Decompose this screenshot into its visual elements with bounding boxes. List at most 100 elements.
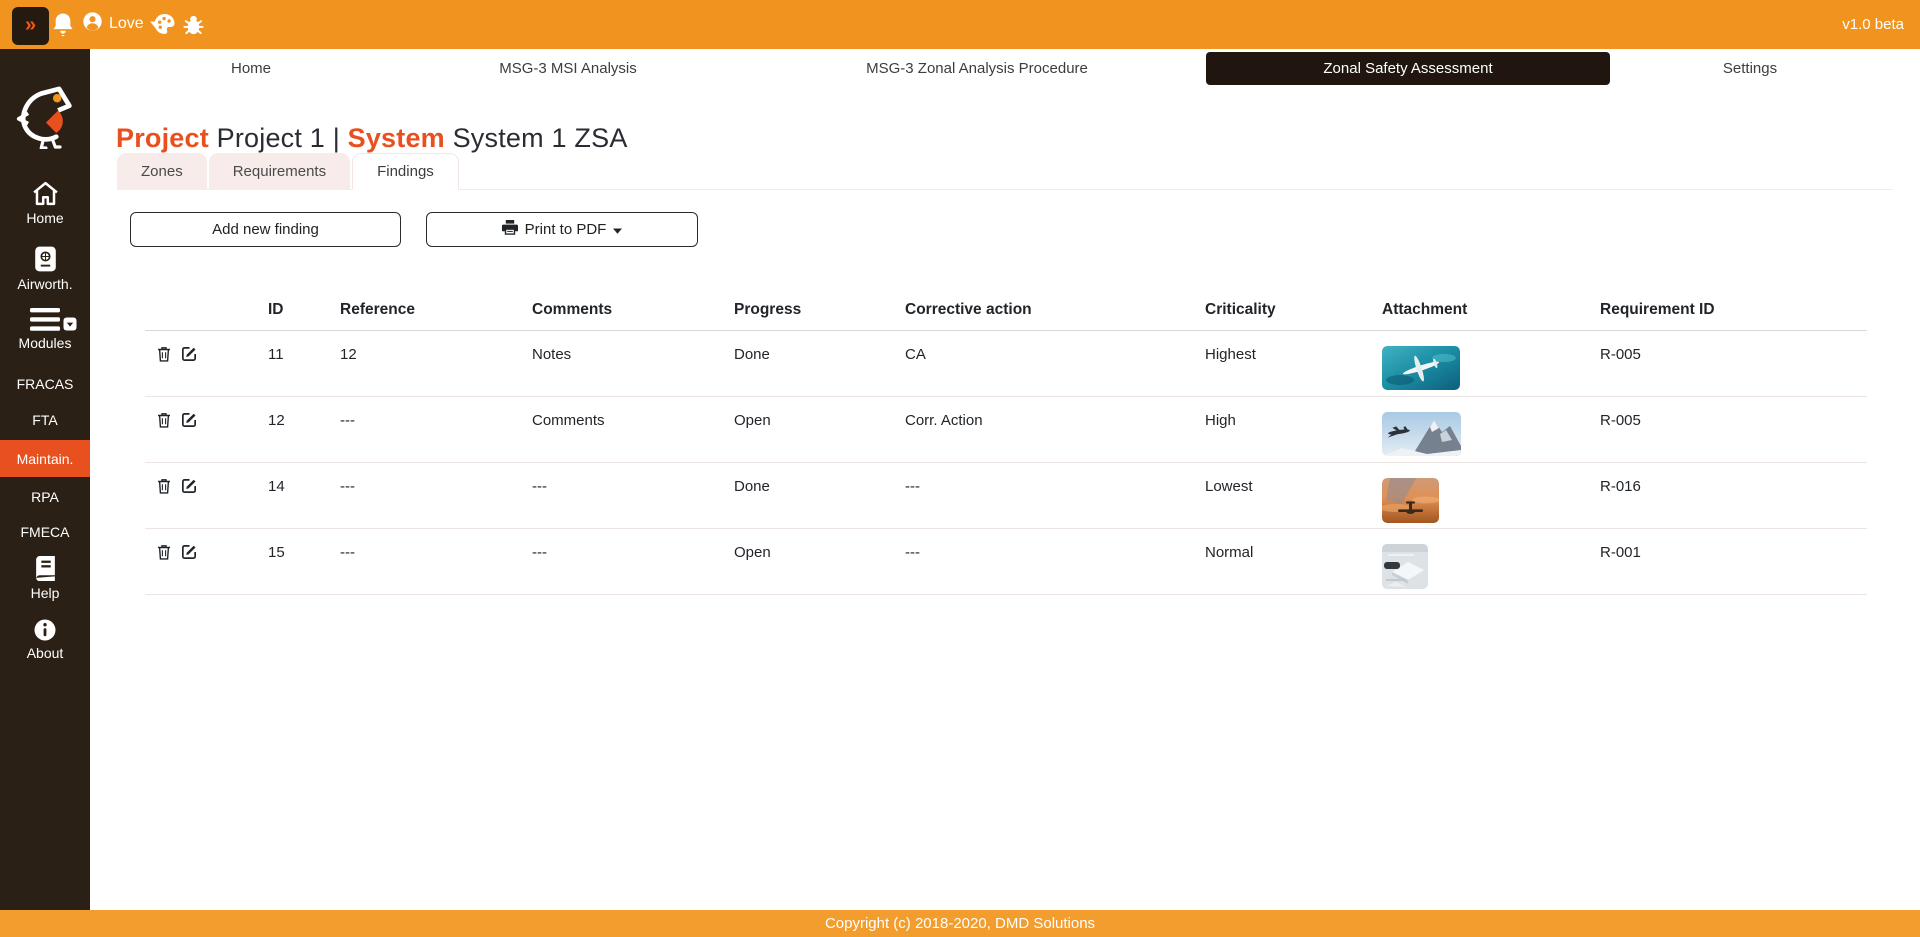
robin-bird-logo[interactable]: [15, 85, 75, 149]
table-row: 15 --- --- Open --- Normal R-001: [145, 529, 1867, 595]
delete-finding-button[interactable]: [157, 412, 171, 428]
system-label: System: [348, 123, 445, 153]
sidebar-item-label: RPA: [31, 489, 59, 505]
cell-comments: ---: [532, 463, 734, 529]
print-to-pdf-button[interactable]: Print to PDF: [426, 212, 698, 247]
column-header-corrective-action: Corrective action: [905, 292, 1205, 331]
column-header-requirement-id: Requirement ID: [1600, 292, 1867, 331]
add-new-finding-button[interactable]: Add new finding: [130, 212, 401, 247]
printer-icon: [502, 220, 518, 239]
column-header-actions: [145, 292, 268, 331]
sidebar-item-modules[interactable]: Modules: [0, 308, 90, 351]
user-menu[interactable]: Love: [82, 12, 160, 36]
table-row: 12 --- Comments Open Corr. Action High R…: [145, 397, 1867, 463]
sidebar-item-label: FTA: [32, 412, 57, 428]
nav-item-msg3-zonal-analysis-procedure[interactable]: MSG-3 Zonal Analysis Procedure: [846, 49, 1108, 88]
palette-icon[interactable]: [152, 12, 177, 36]
sidebar-item-rpa[interactable]: RPA: [0, 489, 90, 505]
project-label: Project: [116, 123, 209, 153]
table-header-row: ID Reference Comments Progress Correctiv…: [145, 292, 1867, 331]
nav-item-home[interactable]: Home: [211, 49, 291, 88]
bug-icon[interactable]: [182, 12, 205, 36]
column-header-attachment: Attachment: [1382, 292, 1600, 331]
cell-corrective-action: ---: [905, 529, 1205, 595]
tab-zones[interactable]: Zones: [117, 153, 207, 190]
cell-comments: ---: [532, 529, 734, 595]
tab-findings-active[interactable]: Findings: [352, 153, 459, 190]
attachment-thumbnail-plane-over-sea[interactable]: [1382, 346, 1460, 390]
page-title: Project Project 1 | System System 1 ZSA: [116, 123, 628, 154]
attachment-thumbnail-jet-mountain[interactable]: [1382, 412, 1461, 456]
user-name: Love: [109, 15, 144, 33]
table-row: 14 --- --- Done --- Lowest R-016: [145, 463, 1867, 529]
sidebar-item-home[interactable]: Home: [0, 181, 90, 226]
findings-table-container: ID Reference Comments Progress Correctiv…: [145, 292, 1867, 595]
bell-icon[interactable]: [51, 11, 75, 38]
attachment-thumbnail-plane-sunset[interactable]: [1382, 478, 1439, 523]
sidebar-item-about[interactable]: About: [0, 619, 90, 661]
sidebar-item-maintain-active[interactable]: Maintain.: [0, 440, 90, 477]
edit-finding-button[interactable]: [181, 544, 197, 560]
sidebar-item-label: Maintain.: [17, 451, 74, 467]
cell-id: 11: [268, 331, 340, 397]
edit-finding-button[interactable]: [181, 478, 197, 494]
cell-corrective-action: CA: [905, 331, 1205, 397]
cell-comments: Notes: [532, 331, 734, 397]
cell-id: 12: [268, 397, 340, 463]
attachment-thumbnail-aircraft-snow[interactable]: [1382, 544, 1428, 589]
cell-reference: ---: [340, 397, 532, 463]
findings-table: ID Reference Comments Progress Correctiv…: [145, 292, 1867, 595]
cell-corrective-action: ---: [905, 463, 1205, 529]
sidebar-item-label: FRACAS: [17, 376, 74, 392]
nav-item-settings[interactable]: Settings: [1703, 49, 1797, 88]
cell-corrective-action: Corr. Action: [905, 397, 1205, 463]
cell-requirement-id: R-001: [1600, 529, 1867, 595]
sidebar-item-airworthiness[interactable]: Airworth.: [0, 246, 90, 292]
info-circle-icon: [0, 619, 90, 641]
sidebar-item-fmeca[interactable]: FMECA: [0, 524, 90, 540]
cell-progress: Done: [734, 463, 905, 529]
copyright-text: Copyright (c) 2018-2020, DMD Solutions: [825, 915, 1095, 932]
column-header-progress: Progress: [734, 292, 905, 331]
cell-reference: ---: [340, 529, 532, 595]
sidebar-collapse-button[interactable]: »: [12, 7, 49, 45]
title-pipe: |: [333, 123, 340, 153]
tab-requirements[interactable]: Requirements: [209, 153, 350, 190]
cell-criticality: High: [1205, 397, 1382, 463]
cell-progress: Done: [734, 331, 905, 397]
sidebar-item-label: Home: [26, 210, 63, 226]
print-to-pdf-label: Print to PDF: [525, 221, 607, 238]
delete-finding-button[interactable]: [157, 544, 171, 560]
edit-finding-button[interactable]: [181, 346, 197, 362]
delete-finding-button[interactable]: [157, 346, 171, 362]
book-icon: [0, 555, 90, 581]
topbar: » Love v1.0 beta: [0, 0, 1920, 49]
nav-item-zonal-safety-assessment-active[interactable]: Zonal Safety Assessment: [1206, 52, 1610, 85]
delete-finding-button[interactable]: [157, 478, 171, 494]
findings-tab-bar: Zones Requirements Findings: [117, 153, 1893, 190]
print-caret-down-icon: [613, 221, 622, 238]
nav-item-msg3-msi-analysis[interactable]: MSG-3 MSI Analysis: [479, 49, 657, 88]
version-badge: v1.0 beta: [1842, 0, 1904, 49]
sidebar-item-fracas[interactable]: FRACAS: [0, 376, 90, 392]
main-content: Home MSG-3 MSI Analysis MSG-3 Zonal Anal…: [90, 49, 1920, 910]
cell-criticality: Normal: [1205, 529, 1382, 595]
edit-finding-button[interactable]: [181, 412, 197, 428]
cell-criticality: Lowest: [1205, 463, 1382, 529]
cell-reference: 12: [340, 331, 532, 397]
sidebar-item-label: Modules: [19, 335, 72, 351]
cell-criticality: Highest: [1205, 331, 1382, 397]
sidebar-item-label: About: [27, 645, 64, 661]
cell-id: 14: [268, 463, 340, 529]
modules-expand-icon[interactable]: [63, 317, 77, 334]
column-header-criticality: Criticality: [1205, 292, 1382, 331]
sidebar-item-label: Airworth.: [17, 276, 72, 292]
table-row: 11 12 Notes Done CA Highest R-005: [145, 331, 1867, 397]
sidebar-item-help[interactable]: Help: [0, 555, 90, 601]
column-header-comments: Comments: [532, 292, 734, 331]
sidebar-item-fta[interactable]: FTA: [0, 412, 90, 428]
home-icon: [0, 181, 90, 206]
user-circle-icon: [82, 11, 103, 37]
sidebar-item-label: FMECA: [21, 524, 70, 540]
cell-requirement-id: R-005: [1600, 397, 1867, 463]
